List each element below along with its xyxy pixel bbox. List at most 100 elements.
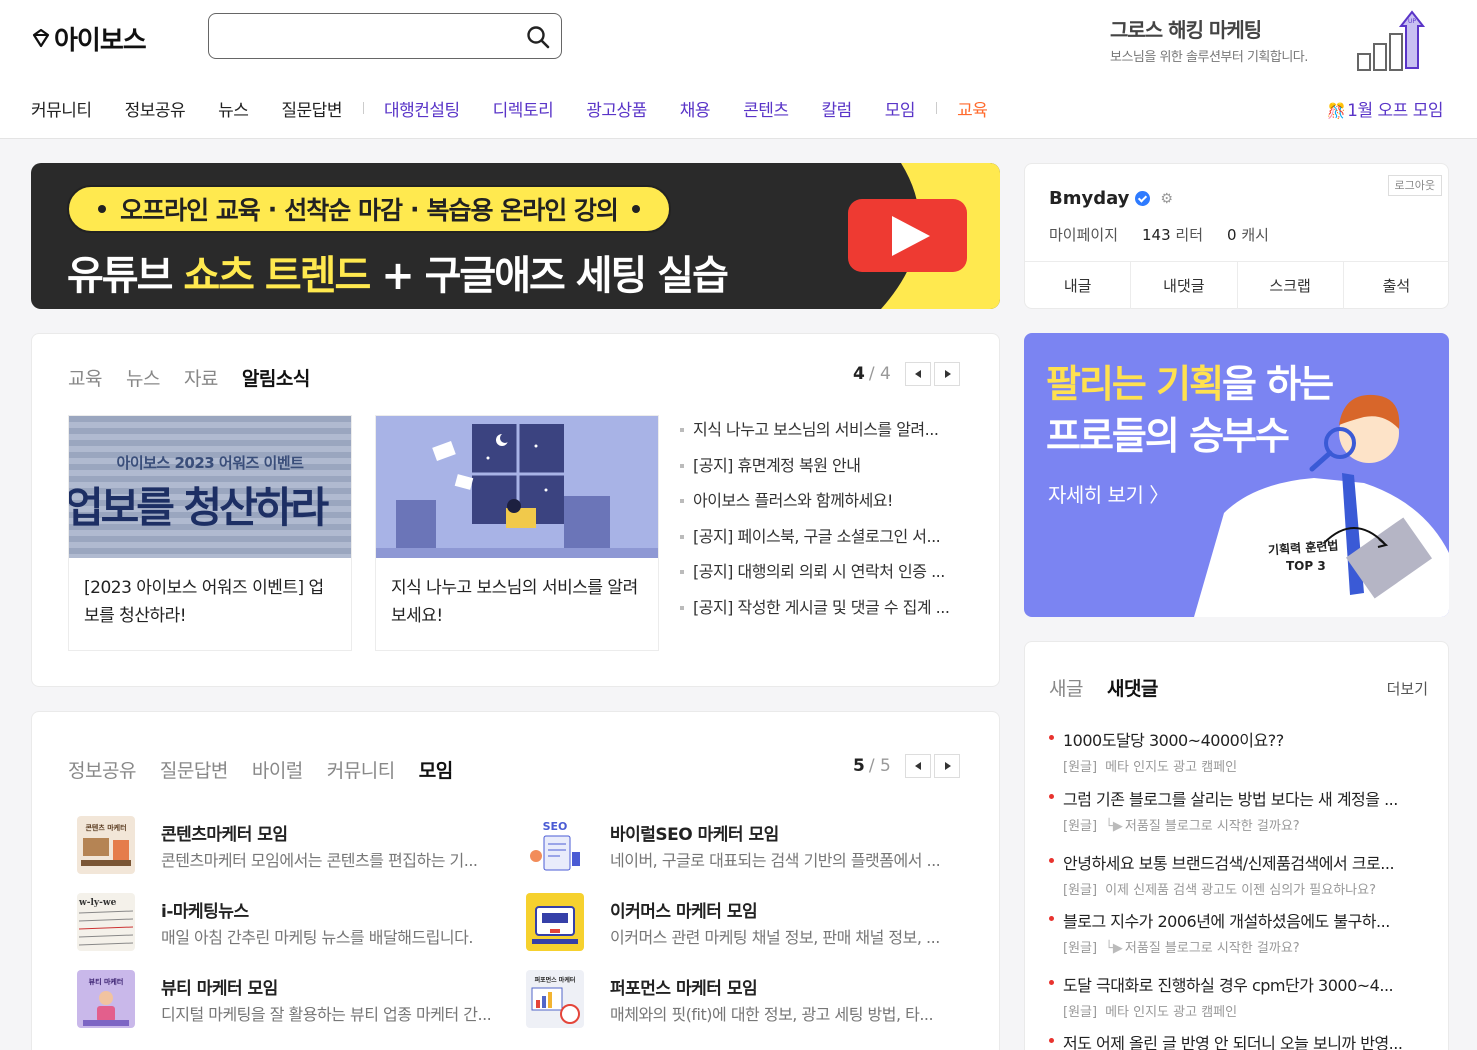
nav-agency-consulting[interactable]: 대행컨설팅 — [384, 96, 460, 121]
ad-headline-highlight: 팔리는 기획 — [1046, 362, 1224, 406]
growth-chart-icon: UP — [1357, 10, 1426, 71]
nav-community[interactable]: 커뮤니티 — [31, 96, 92, 121]
scrap-tab[interactable]: 스크랩 — [1238, 262, 1344, 309]
logout-button[interactable]: 로그아웃 — [1387, 175, 1442, 196]
nav-meetup[interactable]: 모임 — [885, 96, 916, 121]
tab-qna[interactable]: 질문답변 — [160, 756, 228, 783]
site-logo[interactable]: 아이보스 — [31, 20, 147, 56]
group-desc: 매체와의 핏(fit)에 대한 정보, 광고 세팅 방법, 타... — [610, 1005, 934, 1024]
pill-dot — [98, 205, 107, 213]
my-posts-tab[interactable]: 내글 — [1025, 262, 1132, 309]
nav-news[interactable]: 뉴스 — [218, 96, 249, 121]
mypage-link[interactable]: 마이페이지 — [1049, 224, 1118, 245]
tab-education[interactable]: 교육 — [68, 364, 102, 391]
notice-item[interactable]: [공지] 페이스북, 구글 소셜로그인 서... — [680, 525, 970, 561]
pager-next-button[interactable] — [933, 754, 960, 778]
ad-more-link[interactable]: 자세히 보기 〉 — [1048, 479, 1169, 508]
group-item[interactable]: w-ly-we i-마케팅뉴스 매일 아침 간추린 마케팅 뉴스를 배달해드립니… — [77, 893, 507, 953]
origin-title: 메타 인지도 광고 캠페인 — [1105, 1005, 1238, 1020]
nav-info-share[interactable]: 정보공유 — [125, 96, 186, 121]
comment-tabs: 새글 새댓글 — [1049, 674, 1182, 701]
comment-title: 1000도달당 3000~4000이요?? — [1049, 727, 1429, 751]
group-item[interactable]: 콘텐츠 마케터 콘텐츠마케터 모임 콘텐츠마케터 모임에서는 콘텐츠를 편집하는… — [77, 816, 507, 876]
comment-item[interactable]: 블로그 지수가 2006년에 개설하셨음에도 불구하... [원글] └▶ 저품질 … — [1049, 908, 1429, 956]
pager-prev-button[interactable] — [904, 754, 931, 778]
headline-highlight: 쇼츠 트렌드 — [183, 253, 371, 299]
notice-card[interactable]: 아이보스 2023 어워즈 이벤트 업보를 청산하라 [2023 아이보스 어워… — [68, 415, 352, 651]
nav-ad-products[interactable]: 광고상품 — [586, 96, 647, 121]
comment-item[interactable]: 1000도달당 3000~4000이요?? [원글] 메타 인지도 광고 캠페인 — [1049, 727, 1429, 775]
attendance-tab[interactable]: 출석 — [1344, 262, 1449, 309]
notice-item[interactable]: [공지] 휴면계정 복원 안내 — [680, 454, 970, 490]
comment-origin: [원글] └▶ 저품질 블로그로 시작한 걸까요? — [1049, 815, 1429, 834]
origin-title: 저품질 블로그로 시작한 걸까요? — [1124, 941, 1300, 956]
recent-comments-panel: 새글 새댓글 더보기 1000도달당 3000~4000이요?? [원글] 메타 … — [1024, 641, 1449, 1050]
main-nav: 커뮤니티 정보공유 뉴스 질문답변 대행컨설팅 디렉토리 광고상품 채용 콘텐츠… — [31, 94, 1020, 122]
tab-new-posts[interactable]: 새글 — [1049, 674, 1083, 701]
comment-item[interactable]: 안녕하세요 보통 브랜드검색/신제품검색에서 크로... [원글] 이제 신제품 … — [1049, 850, 1429, 898]
notice-item[interactable]: [공지] 대행의뢰 의뢰 시 연락처 인증 ... — [680, 560, 970, 596]
offline-meetup-link[interactable]: 🎊 1월 오프 모임 — [1327, 96, 1444, 121]
tab-resources[interactable]: 자료 — [184, 364, 218, 391]
tab-notices[interactable]: 알림소식 — [242, 364, 310, 391]
my-comments-tab[interactable]: 내댓글 — [1131, 262, 1238, 309]
notice-panel: 교육 뉴스 자료 알림소식 4 / 4 아이보스 2023 어워즈 이벤트 업보… — [31, 333, 1000, 687]
ad-headline-2: 프로들의 승부수 — [1046, 414, 1290, 458]
notice-tabs: 교육 뉴스 자료 알림소식 — [68, 364, 334, 391]
origin-tag: [원글] — [1063, 941, 1098, 956]
thumb-label: 콘텐츠 마케터 — [85, 823, 126, 832]
group-item[interactable]: 뷰티 마케터 뷰티 마케터 모임 디지털 마케팅을 잘 활용하는 뷰티 업종 마… — [77, 970, 507, 1030]
origin-tag: [원글] — [1063, 760, 1098, 775]
nav-contents[interactable]: 콘텐츠 — [743, 96, 789, 121]
nav-jobs[interactable]: 채용 — [680, 96, 711, 121]
group-item[interactable]: SEO 바이럴SEO 마케터 모임 네이버, 구글로 대표되는 검색 기반의 플… — [526, 816, 956, 876]
more-link[interactable]: 더보기 — [1387, 678, 1428, 699]
comment-origin: [원글] └▶ 저품질 블로그로 시작한 걸까요? — [1049, 937, 1429, 956]
nav-qna[interactable]: 질문답변 — [281, 96, 342, 121]
group-item[interactable]: 이커머스 마케터 모임 이커머스 관련 마케팅 채널 정보, 판매 채널 정보,… — [526, 893, 956, 953]
search-input[interactable] — [223, 24, 513, 48]
group-desc: 이커머스 관련 마케팅 채널 정보, 판매 채널 정보, ... — [610, 928, 940, 947]
tab-info-share[interactable]: 정보공유 — [68, 756, 136, 783]
tab-viral[interactable]: 바이럴 — [252, 756, 303, 783]
comment-item[interactable]: 그럼 기존 블로그를 살리는 방법 보다는 새 계정을 ... [원글] └▶ 저품… — [1049, 786, 1429, 834]
pager-prev-button[interactable] — [904, 362, 931, 386]
notice-item[interactable]: 지식 나누고 보스님의 서비스를 알려... — [680, 418, 970, 454]
tab-news[interactable]: 뉴스 — [126, 364, 160, 391]
tab-new-comments[interactable]: 새댓글 — [1107, 674, 1158, 701]
tab-meetup[interactable]: 모임 — [419, 756, 453, 783]
planning-ad-banner[interactable]: 팔리는 기획을 하는 프로들의 승부수 자세히 보기 〉 기획력 훈련법 TOP… — [1024, 333, 1449, 617]
tab-community[interactable]: 커뮤니티 — [327, 756, 395, 783]
gear-icon[interactable]: ⚙ — [1160, 191, 1173, 207]
thumb-label: 퍼포먼스 마케터 — [535, 976, 576, 984]
pager-next-button[interactable] — [933, 362, 960, 386]
cash-count[interactable]: 0 캐시 — [1227, 224, 1269, 245]
promo-subtitle: 보스님을 위한 솔루션부터 기획합니다. — [1110, 50, 1308, 65]
thumb-label: SEO — [543, 820, 568, 833]
pager-current: 4 — [853, 364, 865, 384]
thumb-label: 뷰티 마케터 — [89, 977, 124, 986]
pill-text-offline: 오프라인 교육 — [120, 196, 261, 225]
search-icon[interactable] — [525, 24, 551, 50]
group-title: 이커머스 마케터 모임 — [610, 902, 758, 922]
notice-card[interactable]: 지식 나누고 보스님의 서비스를 알려보세요! — [375, 415, 659, 651]
education-banner[interactable]: 오프라인 교육 · 선착순 마감 · 복습용 온라인 강의 유튜브 쇼츠 트렌드… — [31, 163, 1000, 309]
username[interactable]: Bmyday — [1049, 188, 1129, 209]
notice-pager: 4 / 4 — [853, 362, 960, 386]
nav-directory[interactable]: 디렉토리 — [493, 96, 554, 121]
comment-item[interactable]: 도달 극대화로 진행하실 경우 cpm단가 3000~4... [원글] 메타 인… — [1049, 972, 1429, 1020]
group-title: 콘텐츠마케터 모임 — [161, 825, 288, 845]
comment-item[interactable]: 저도 어제 올린 글 반영 안 되더니 오늘 보니까 반영... — [1049, 1030, 1429, 1050]
notice-item[interactable]: 아이보스 플러스와 함께하세요! — [680, 489, 970, 525]
growth-hacking-promo[interactable]: 그로스 해킹 마케팅 보스님을 위한 솔루션부터 기획합니다. UP — [1110, 10, 1450, 74]
comment-title: 도달 극대화로 진행하실 경우 cpm단가 3000~4... — [1049, 972, 1429, 996]
liter-count[interactable]: 143 리터 — [1142, 224, 1203, 245]
nav-education[interactable]: 교육 — [957, 96, 988, 121]
nav-column[interactable]: 칼럼 — [822, 96, 853, 121]
card-thumbnail: 아이보스 2023 어워즈 이벤트 업보를 청산하라 — [69, 416, 351, 558]
comment-origin: [원글] 메타 인지도 광고 캠페인 — [1049, 1001, 1429, 1020]
banner-pill: 오프라인 교육 · 선착순 마감 · 복습용 온라인 강의 — [67, 185, 671, 233]
group-thumbnail — [526, 893, 584, 951]
group-item[interactable]: 퍼포먼스 마케터 퍼포먼스 마케터 모임 매체와의 핏(fit)에 대한 정보,… — [526, 970, 956, 1030]
notice-item[interactable]: [공지] 작성한 게시글 및 댓글 수 집계 ... — [680, 596, 970, 632]
